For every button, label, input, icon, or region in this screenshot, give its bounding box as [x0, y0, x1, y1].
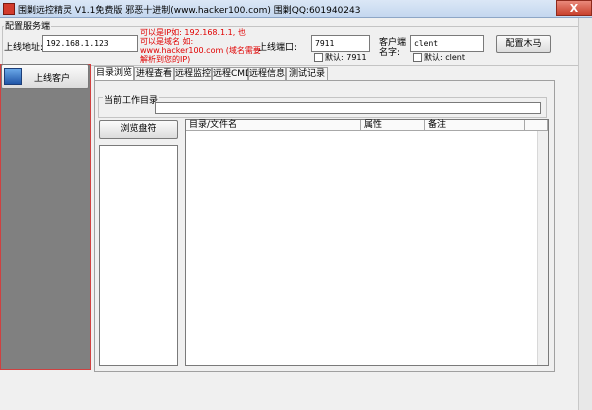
column-header-filler: [525, 120, 548, 131]
column-header-name[interactable]: 目录/文件名: [186, 120, 361, 131]
window-scrollbar[interactable]: [578, 18, 592, 410]
port-default-checkbox[interactable]: [314, 53, 323, 62]
client-name-label-line2: 名字:: [379, 48, 401, 58]
browse-drives-button[interactable]: 浏览盘符: [99, 120, 178, 139]
online-address-label: 上线地址:: [4, 43, 44, 53]
configure-trojan-button[interactable]: 配置木马: [496, 35, 551, 53]
tab-process-view[interactable]: 进程查看: [134, 67, 174, 80]
address-hint-line-2: 可以是域名 如:: [140, 37, 194, 46]
config-group-title: 配置服务端: [4, 19, 52, 32]
tab-remote-cmd[interactable]: 远程CMD: [212, 67, 252, 80]
cwd-label: 当前工作目录: [103, 93, 160, 106]
tab-directory-browse[interactable]: 目录浏览: [94, 66, 134, 81]
client-default-label: 默认: clent: [424, 53, 465, 62]
client-name-input[interactable]: clent: [410, 35, 484, 52]
tab-remote-info[interactable]: 远程信息: [248, 67, 286, 80]
file-list[interactable]: [185, 119, 549, 366]
drive-list[interactable]: [99, 145, 178, 366]
tab-remote-monitor[interactable]: 远程监控: [174, 67, 212, 80]
address-hint-line-3: www.hacker100.com (域名需要: [140, 46, 261, 55]
file-list-scroll-area: [537, 131, 548, 365]
column-header-remarks[interactable]: 备注: [425, 120, 525, 131]
online-address-input[interactable]: 192.168.1.123: [42, 35, 138, 52]
monitor-icon: [4, 68, 22, 85]
close-button[interactable]: X: [556, 0, 592, 16]
client-list-panel[interactable]: [0, 64, 91, 370]
tab-test-log[interactable]: 测试记录: [286, 67, 328, 80]
client-default-checkbox[interactable]: [413, 53, 422, 62]
address-hint-line-4: 解析到您的IP): [140, 55, 191, 64]
port-label: 上线端口:: [258, 43, 298, 53]
window-title: 围剿远控精灵 V1.1免费版 邪恶十进制(www.hacker100.com) …: [18, 6, 361, 16]
port-input[interactable]: 7911: [311, 35, 370, 52]
app-icon: [3, 3, 15, 15]
cwd-input[interactable]: [155, 102, 541, 114]
address-hint-line-1: 可以是IP如: 192.168.1.1, 也: [140, 28, 246, 37]
column-header-attributes[interactable]: 属性: [361, 120, 425, 131]
online-clients-label: 上线客户: [34, 74, 71, 84]
port-default-label: 默认: 7911: [325, 53, 367, 62]
